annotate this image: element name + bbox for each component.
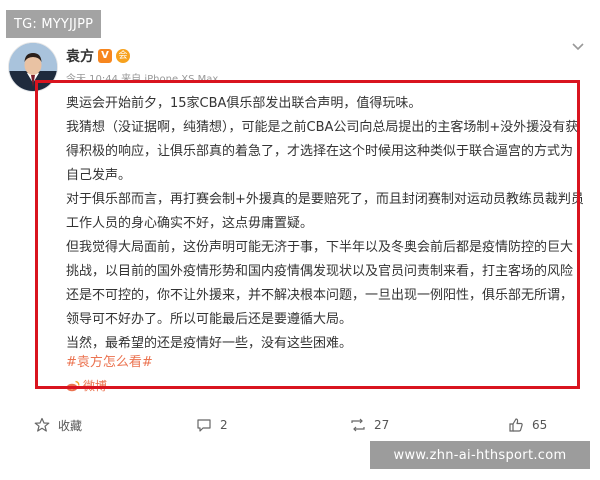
comment-icon xyxy=(197,419,211,432)
comment-count: 2 xyxy=(220,418,228,432)
comment-button[interactable]: 2 xyxy=(196,410,228,440)
weibo-post-screenshot: TG: MYYJJPP 袁方 V 会 今天 10:44 来自 iPhone XS… xyxy=(0,0,600,480)
action-bar: 收藏 2 27 65 xyxy=(0,410,600,440)
repost-button[interactable]: 27 xyxy=(350,410,389,440)
top-watermark: TG: MYYJJPP xyxy=(6,10,102,38)
author-name[interactable]: 袁方 xyxy=(66,46,94,66)
chevron-down-icon[interactable] xyxy=(570,38,586,54)
verified-badge-icon: V xyxy=(98,49,112,63)
author-row: 袁方 V 会 xyxy=(66,46,130,66)
star-icon xyxy=(34,417,50,432)
highlight-border xyxy=(35,80,580,389)
thumbs-up-icon xyxy=(509,418,523,432)
repost-icon xyxy=(351,418,365,432)
like-count: 65 xyxy=(532,418,548,432)
member-badge-icon: 会 xyxy=(116,49,130,63)
repost-count: 27 xyxy=(374,418,390,432)
bottom-watermark: www.zhn-ai-hthsport.com xyxy=(370,441,590,469)
favorite-label: 收藏 xyxy=(58,418,83,433)
like-button[interactable]: 65 xyxy=(508,410,547,440)
favorite-button[interactable]: 收藏 xyxy=(34,410,82,440)
